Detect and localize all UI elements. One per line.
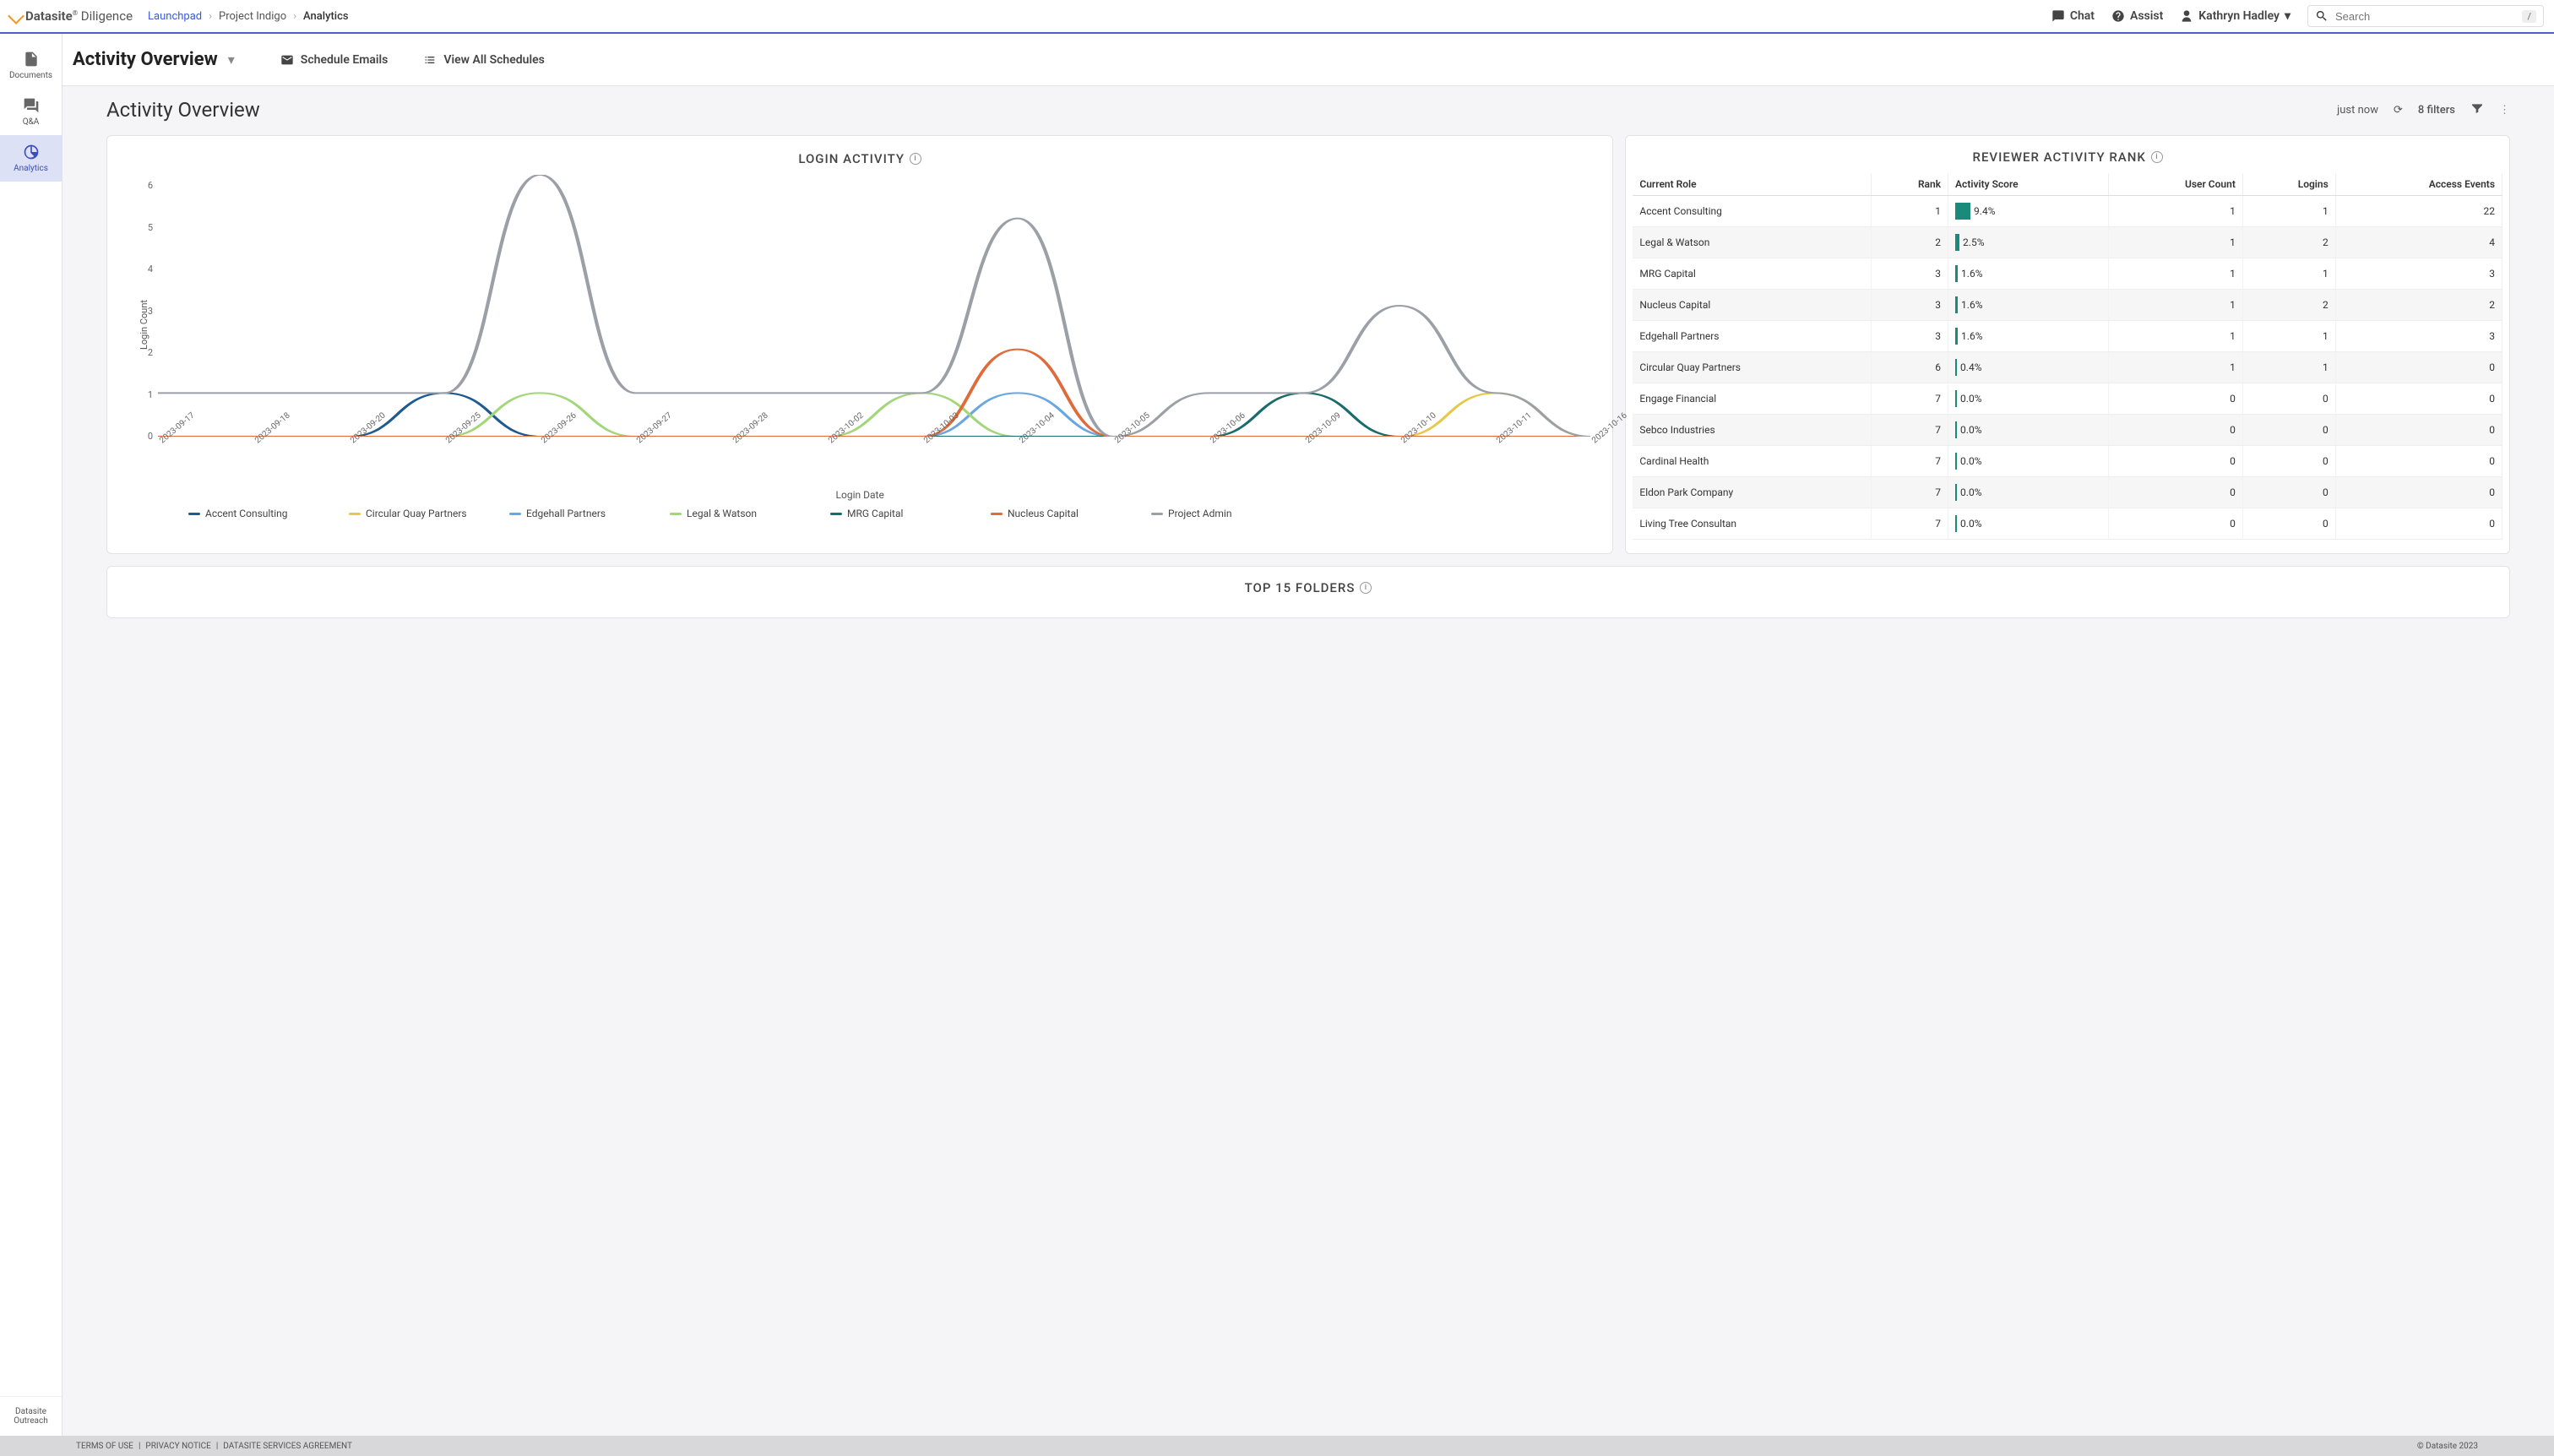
rank-table: Current RoleRankActivity ScoreUser Count… — [1633, 173, 2502, 540]
search-input-wrap[interactable]: / — [2307, 5, 2544, 27]
info-icon[interactable]: i — [910, 153, 921, 165]
legend-item[interactable]: MRG Capital — [830, 508, 965, 519]
sidebar-outreach[interactable]: Datasite Outreach — [0, 1396, 62, 1436]
breadcrumb-launchpad[interactable]: Launchpad — [148, 10, 202, 23]
legend-item[interactable]: Edgehall Partners — [509, 508, 644, 519]
search-icon — [2315, 9, 2328, 23]
sub-header: Activity Overview just now ⟳ 8 filters ⋮ — [76, 98, 2540, 135]
table-header[interactable]: Rank — [1871, 173, 1948, 196]
legend-item[interactable]: Circular Quay Partners — [349, 508, 484, 519]
sidebar-label: Documents — [9, 71, 52, 80]
more-menu[interactable]: ⋮ — [2499, 104, 2510, 117]
table-header[interactable]: Access Events — [2335, 173, 2502, 196]
view-schedules-button[interactable]: View All Schedules — [423, 53, 544, 67]
assist-button[interactable]: Assist — [2111, 9, 2163, 23]
chat-icon — [2051, 9, 2065, 23]
table-row[interactable]: Nucleus Capital 3 1.6% 1 2 2 — [1633, 290, 2502, 321]
legend-swatch — [670, 513, 682, 515]
chevron-right-icon: › — [293, 10, 296, 23]
chat-button[interactable]: Chat — [2051, 9, 2095, 23]
legend-item[interactable]: Accent Consulting — [188, 508, 323, 519]
brand-logo[interactable]: Datasite® Diligence — [10, 8, 133, 24]
table-row[interactable]: Legal & Watson 2 2.5% 1 2 4 — [1633, 227, 2502, 258]
filter-icon[interactable] — [2470, 101, 2484, 118]
mail-icon — [280, 53, 294, 67]
title-dropdown[interactable]: ▾ — [228, 52, 235, 68]
page-header: Activity Overview ▾ Schedule Emails View… — [62, 34, 2554, 86]
table-header[interactable]: User Count — [2108, 173, 2242, 196]
legend-item[interactable]: Legal & Watson — [670, 508, 805, 519]
breadcrumb-project[interactable]: Project Indigo — [219, 10, 286, 23]
legend-swatch — [991, 513, 1003, 515]
search-input[interactable] — [2335, 10, 2522, 23]
table-row[interactable]: Eldon Park Company 7 0.0% 0 0 0 — [1633, 477, 2502, 508]
table-row[interactable]: Accent Consulting 1 9.4% 1 1 22 — [1633, 196, 2502, 227]
sidebar-label: Q&A — [23, 117, 40, 127]
table-header[interactable]: Current Role — [1633, 173, 1871, 196]
legend-swatch — [830, 513, 842, 515]
analytics-icon — [23, 144, 40, 160]
breadcrumb-current: Analytics — [303, 10, 349, 23]
login-chart-title: LOGIN ACTIVITY — [798, 151, 905, 166]
sidebar-item-documents[interactable]: Documents — [0, 42, 62, 89]
legend-swatch — [349, 513, 361, 515]
qa-icon — [23, 97, 40, 114]
folders-title: TOP 15 FOLDERS — [1245, 580, 1356, 595]
table-row[interactable]: Engage Financial 7 0.0% 0 0 0 — [1633, 383, 2502, 415]
table-row[interactable]: MRG Capital 3 1.6% 1 1 3 — [1633, 258, 2502, 290]
legend-swatch — [509, 513, 521, 515]
table-header[interactable]: Activity Score — [1948, 173, 2109, 196]
sidebar-label: Analytics — [14, 164, 48, 173]
breadcrumb: Launchpad › Project Indigo › Analytics — [148, 10, 349, 23]
search-shortcut: / — [2522, 10, 2536, 23]
section-title: Activity Overview — [106, 98, 260, 122]
refresh-button[interactable]: ⟳ — [2394, 104, 2403, 117]
table-row[interactable]: Sebco Industries 7 0.0% 0 0 0 — [1633, 415, 2502, 446]
page-title: Activity Overview — [73, 49, 218, 70]
privacy-link[interactable]: PRIVACY NOTICE — [145, 1442, 210, 1451]
document-icon — [23, 51, 40, 68]
schedule-emails-button[interactable]: Schedule Emails — [280, 53, 389, 67]
terms-link[interactable]: TERMS OF USE — [76, 1442, 133, 1451]
table-header[interactable]: Logins — [2242, 173, 2335, 196]
refresh-time: just now — [2337, 104, 2378, 117]
sidebar-item-qa[interactable]: Q&A — [0, 89, 62, 135]
logo-icon — [8, 8, 24, 24]
footer: TERMS OF USE | PRIVACY NOTICE | DATASITE… — [0, 1436, 2554, 1456]
legend-item[interactable]: Nucleus Capital — [991, 508, 1126, 519]
table-row[interactable]: Edgehall Partners 3 1.6% 1 1 3 — [1633, 321, 2502, 352]
login-chart: Login Count 6543210 2023-09-172023-09-18… — [121, 175, 1599, 496]
user-menu[interactable]: Kathryn Hadley ▾ — [2180, 9, 2290, 23]
agreement-link[interactable]: DATASITE SERVICES AGREEMENT — [223, 1442, 352, 1451]
copyright: © Datasite 2023 — [2417, 1442, 2478, 1451]
info-icon[interactable]: i — [1360, 582, 1372, 594]
help-icon — [2111, 9, 2125, 23]
chart-series — [158, 175, 1590, 437]
login-activity-card: LOGIN ACTIVITY i Login Count 6543210 202… — [106, 135, 1613, 554]
top-folders-card: TOP 15 FOLDERS i — [106, 566, 2510, 618]
table-row[interactable]: Living Tree Consultan 7 0.0% 0 0 0 — [1633, 508, 2502, 540]
x-tick: 2023-10-16 — [1590, 411, 1629, 446]
rank-table-title: REVIEWER ACTIVITY RANK — [1973, 149, 2146, 165]
legend-swatch — [1151, 513, 1163, 515]
brand-text: Datasite® Diligence — [25, 8, 133, 24]
reviewer-rank-card: REVIEWER ACTIVITY RANK i Current RoleRan… — [1625, 135, 2510, 554]
sidebar: Documents Q&A Analytics Datasite Outreac… — [0, 34, 62, 1436]
user-icon — [2180, 9, 2193, 23]
table-row[interactable]: Cardinal Health 7 0.0% 0 0 0 — [1633, 446, 2502, 477]
legend-swatch — [188, 513, 200, 515]
sidebar-item-analytics[interactable]: Analytics — [0, 135, 62, 182]
legend-item[interactable]: Project Admin — [1151, 508, 1286, 519]
list-icon — [423, 53, 437, 67]
table-row[interactable]: Circular Quay Partners 6 0.4% 1 1 0 — [1633, 352, 2502, 383]
chart-legend: Accent Consulting Circular Quay Partners E… — [121, 501, 1599, 519]
filters-button[interactable]: 8 filters — [2418, 104, 2455, 117]
chevron-right-icon: › — [209, 10, 212, 23]
chevron-down-icon: ▾ — [2285, 9, 2290, 23]
info-icon[interactable]: i — [2151, 151, 2163, 163]
topbar: Datasite® Diligence Launchpad › Project … — [0, 0, 2554, 34]
